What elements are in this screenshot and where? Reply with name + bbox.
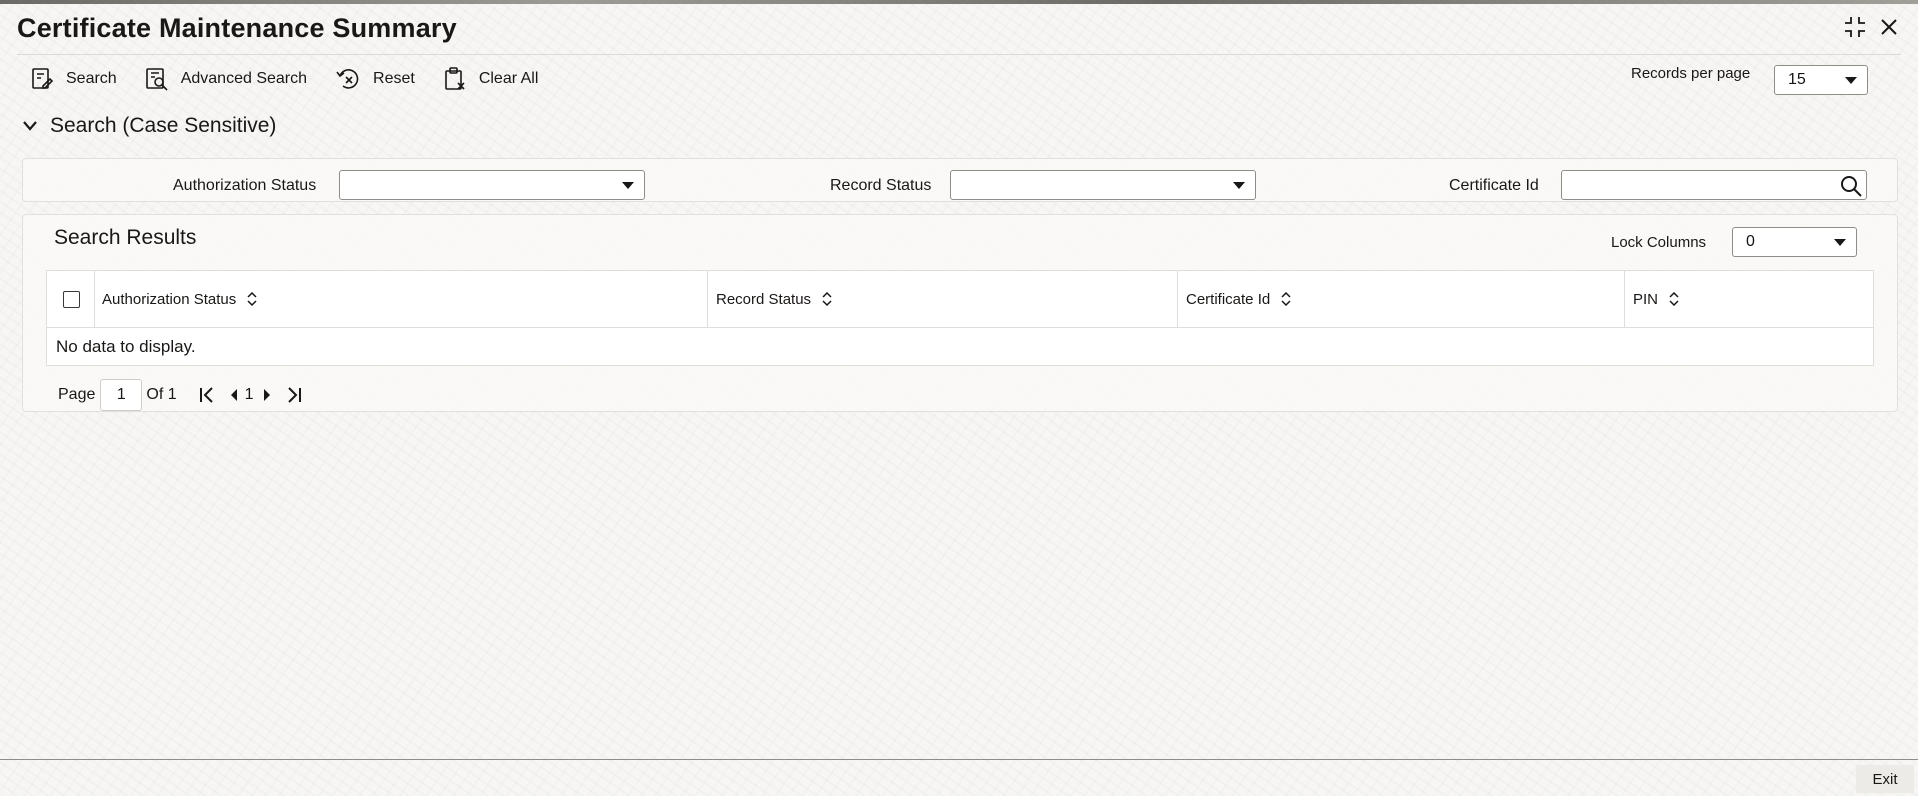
chevron-down-icon	[1834, 239, 1846, 246]
search-button[interactable]: Search	[30, 67, 117, 91]
reset-button-label: Reset	[373, 70, 415, 87]
certificate-id-label: Certificate Id	[1449, 177, 1539, 194]
footer-divider	[0, 759, 1918, 760]
lock-columns-label: Lock Columns	[1611, 234, 1707, 251]
page-label: Page	[58, 386, 96, 403]
lock-columns-value: 0	[1746, 233, 1755, 250]
column-header-record-status[interactable]: Record Status	[708, 271, 1177, 327]
certificate-id-input[interactable]	[1561, 170, 1867, 200]
record-status-select[interactable]	[950, 170, 1256, 200]
advanced-search-button-label: Advanced Search	[180, 70, 308, 87]
chevron-down-icon	[1233, 182, 1245, 189]
sort-icon	[1669, 292, 1679, 306]
close-icon[interactable]	[1876, 14, 1902, 40]
records-per-page-value: 15	[1788, 71, 1806, 88]
previous-page-icon[interactable]	[229, 388, 239, 402]
records-per-page-select[interactable]: 15	[1774, 65, 1868, 95]
page-number-value: 1	[116, 386, 126, 403]
first-page-icon[interactable]	[199, 386, 215, 404]
exit-button[interactable]: Exit	[1856, 765, 1914, 793]
search-section-title: Search (Case Sensitive)	[50, 114, 277, 137]
authorization-status-label: Authorization Status	[173, 177, 317, 194]
select-all-checkbox[interactable]	[63, 290, 80, 308]
search-form-icon	[32, 68, 54, 89]
empty-table-message: No data to display.	[56, 337, 196, 356]
advanced-search-icon	[145, 68, 168, 91]
column-header-authorization-status[interactable]: Authorization Status	[94, 271, 707, 327]
chevron-down-icon	[1845, 77, 1857, 84]
pagination: Page 1 Of 1 1	[58, 378, 302, 412]
search-button-label: Search	[66, 70, 117, 87]
sort-icon	[822, 292, 832, 306]
results-table: Authorization Status Record Status Certi…	[46, 270, 1874, 366]
authorization-status-select[interactable]	[339, 170, 645, 200]
column-header-label: Record Status	[716, 290, 812, 308]
sort-icon	[1281, 292, 1291, 306]
search-section-toggle[interactable]: Search (Case Sensitive)	[22, 114, 276, 138]
column-header-certificate-id[interactable]: Certificate Id	[1178, 271, 1625, 327]
clear-all-button[interactable]: Clear All	[443, 67, 539, 91]
select-all-cell	[47, 271, 94, 327]
chevron-down-icon	[622, 182, 634, 189]
sort-icon	[247, 292, 257, 306]
toolbar: Search Advanced Search Reset Clear All	[30, 64, 566, 94]
next-page-icon[interactable]	[262, 388, 272, 402]
advanced-search-button[interactable]: Advanced Search	[145, 67, 307, 91]
current-page-number: 1	[244, 386, 254, 403]
collapse-window-icon[interactable]	[1842, 14, 1868, 40]
title-divider	[17, 54, 1901, 55]
record-status-label: Record Status	[830, 177, 932, 194]
last-page-icon[interactable]	[286, 386, 302, 404]
column-header-label: Certificate Id	[1186, 290, 1271, 308]
search-results-title: Search Results	[54, 226, 197, 249]
lock-columns-select[interactable]: 0	[1732, 227, 1857, 257]
reset-button[interactable]: Reset	[335, 67, 415, 91]
records-per-page-label: Records per page	[1631, 65, 1751, 82]
column-header-label: PIN	[1633, 290, 1659, 308]
chevron-down-icon	[23, 121, 37, 131]
clear-all-icon	[445, 67, 465, 90]
column-header-label: Authorization Status	[102, 290, 237, 308]
column-header-pin[interactable]: PIN	[1625, 271, 1873, 327]
clear-all-button-label: Clear All	[478, 70, 539, 87]
table-header-row: Authorization Status Record Status Certi…	[47, 271, 1873, 328]
search-icon[interactable]	[1839, 174, 1863, 198]
page-total-label: Of 1	[146, 386, 177, 403]
reset-icon	[336, 69, 359, 89]
top-banner-strip	[0, 0, 1918, 4]
page-number-input[interactable]: 1	[100, 379, 143, 411]
page-title: Certificate Maintenance Summary	[17, 13, 457, 43]
